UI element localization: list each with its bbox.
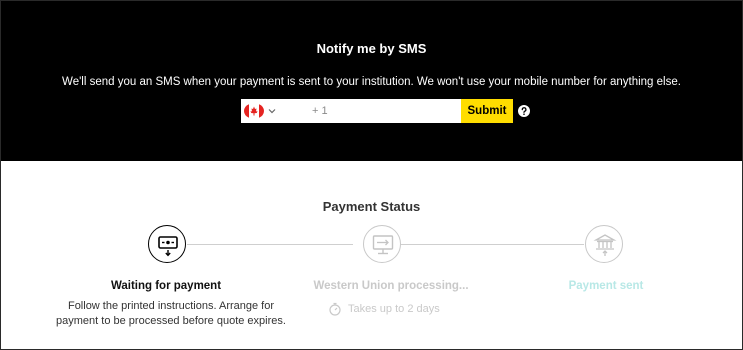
phone-entry-row: + 1 Submit: [241, 99, 530, 123]
sms-title: Notify me by SMS: [316, 41, 427, 56]
progress-track-right: [401, 244, 584, 245]
submit-button[interactable]: Submit: [461, 99, 513, 123]
cash-payment-icon: [158, 236, 178, 257]
stopwatch-icon: [329, 302, 341, 316]
processing-eta: Takes up to 2 days: [328, 302, 440, 316]
bank-icon: [593, 234, 617, 256]
sms-notify-panel: Notify me by SMS We'll send you an SMS w…: [1, 1, 742, 161]
phone-number-input[interactable]: [372, 100, 461, 122]
question-circle-icon[interactable]: [518, 105, 530, 117]
dial-code-prefix: + 1: [312, 105, 328, 117]
country-code-select[interactable]: [241, 99, 276, 123]
step-sent-label: Payment sent: [568, 280, 644, 292]
step-sent-circle: [585, 225, 623, 263]
step-waiting-circle: [148, 225, 186, 263]
progress-track-left: [187, 244, 353, 245]
canada-flag-icon: [244, 104, 264, 118]
step-waiting-label: Waiting for payment: [110, 280, 222, 292]
sms-status-page: Notify me by SMS We'll send you an SMS w…: [0, 0, 743, 350]
eta-text: Takes up to 2 days: [348, 303, 440, 315]
phone-number-field: + 1: [241, 99, 461, 123]
step-processing-label: Western Union processing...: [313, 280, 469, 292]
step-waiting-description: Follow the printed instructions. Arrange…: [56, 300, 286, 327]
sms-description: We'll send you an SMS when your payment …: [62, 76, 681, 88]
monitor-processing-icon: [372, 235, 394, 255]
payment-status-title: Payment Status: [322, 199, 421, 214]
chevron-down-icon: [268, 109, 276, 114]
step-processing-circle: [363, 225, 401, 263]
